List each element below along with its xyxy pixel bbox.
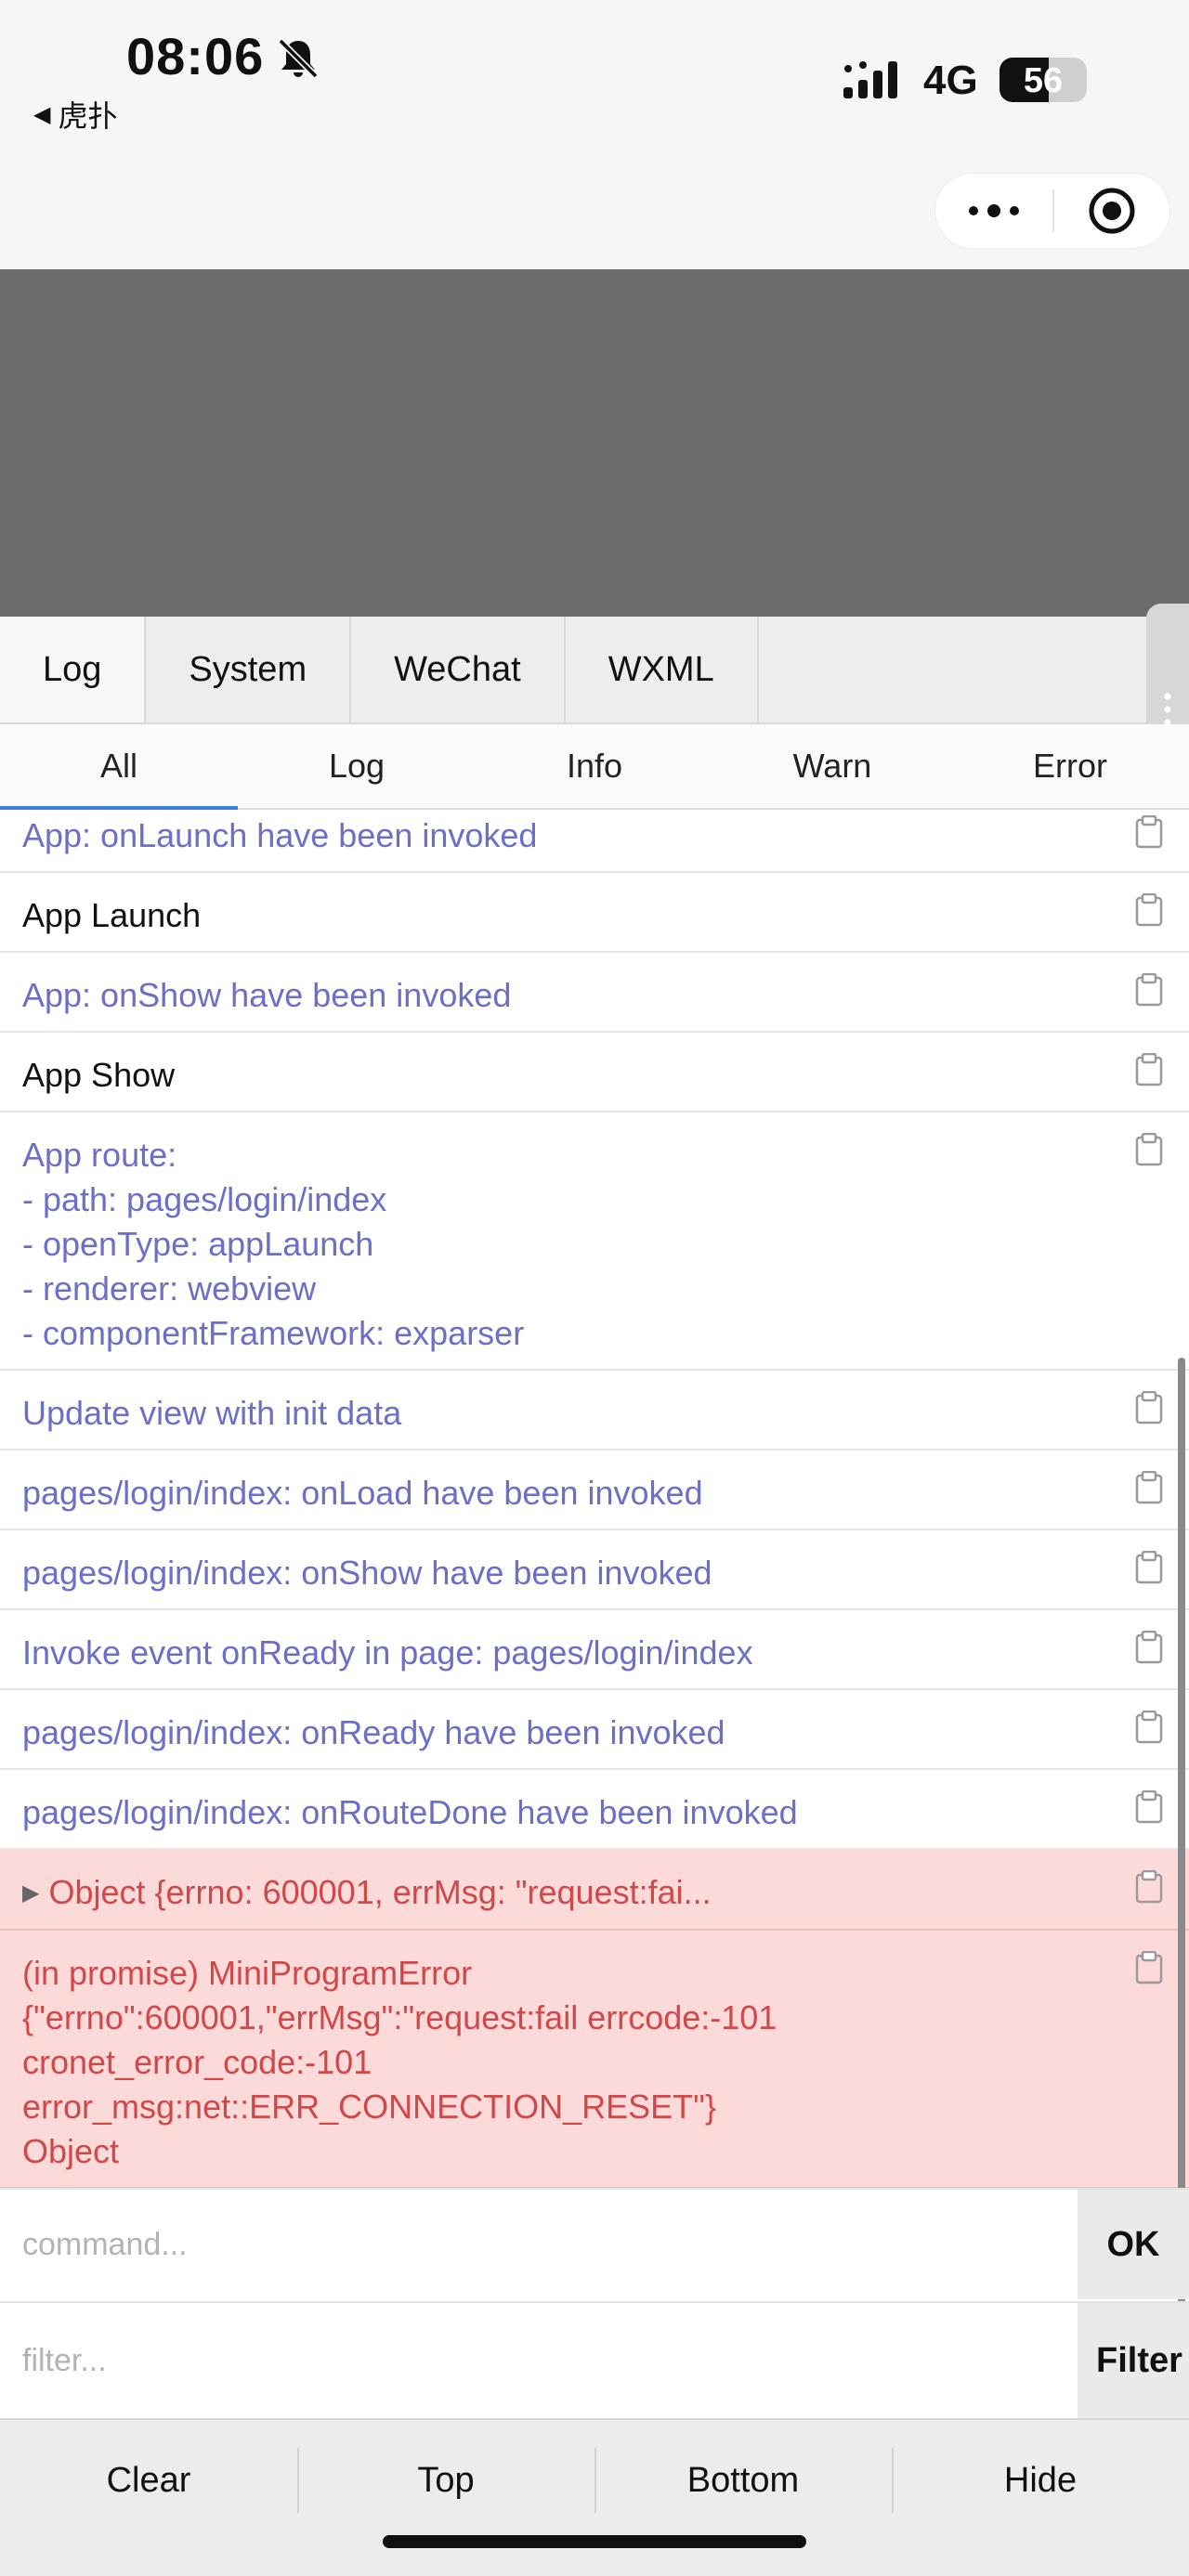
console-tabs: Log System WeChat WXML bbox=[0, 617, 1189, 724]
log-row: App: onShow have been invoked bbox=[0, 953, 1189, 1033]
copy-clipboard-icon[interactable] bbox=[1135, 1471, 1163, 1504]
log-row: pages/login/index: onReady have been inv… bbox=[0, 1690, 1189, 1770]
log-text: pages/login/index: onReady have been inv… bbox=[22, 1713, 725, 1751]
filter-input[interactable] bbox=[0, 2303, 1078, 2418]
log-row: pages/login/index: onShow have been invo… bbox=[0, 1530, 1189, 1610]
copy-clipboard-icon[interactable] bbox=[1135, 1053, 1163, 1086]
tab-system[interactable]: System bbox=[146, 617, 352, 722]
log-text: Update view with init data bbox=[22, 1394, 402, 1432]
copy-clipboard-icon[interactable] bbox=[1135, 1133, 1163, 1166]
more-dots-icon bbox=[969, 204, 1019, 217]
log-row: pages/login/index: onRouteDone have been… bbox=[0, 1770, 1189, 1850]
log-text: pages/login/index: onRouteDone have been… bbox=[22, 1793, 798, 1831]
copy-clipboard-icon[interactable] bbox=[1135, 1711, 1163, 1744]
log-text: pages/login/index: onLoad have been invo… bbox=[22, 1474, 703, 1512]
ok-button[interactable]: OK bbox=[1078, 2190, 1189, 2299]
battery-percent: 56 bbox=[1023, 61, 1064, 100]
tab-wechat[interactable]: WeChat bbox=[351, 617, 566, 722]
log-row: App route: - path: pages/login/index - o… bbox=[0, 1112, 1189, 1371]
copy-clipboard-icon[interactable] bbox=[1135, 815, 1163, 849]
log-list[interactable]: App: onLaunch have been invoked App Launc… bbox=[0, 810, 1189, 2188]
bell-off-icon bbox=[278, 38, 319, 79]
log-row: Invoke event onReady in page: pages/logi… bbox=[0, 1610, 1189, 1690]
log-row: App Launch bbox=[0, 873, 1189, 953]
battery-tip bbox=[1079, 72, 1087, 87]
log-row: Update view with init data bbox=[0, 1371, 1189, 1451]
filter-all[interactable]: All bbox=[0, 724, 238, 810]
log-text: App route: - path: pages/login/index - o… bbox=[22, 1136, 525, 1352]
hide-button[interactable]: Hide bbox=[892, 2420, 1189, 2541]
back-triangle-icon: ◀ bbox=[33, 101, 51, 127]
log-row: App Show bbox=[0, 1033, 1189, 1112]
battery-icon: 56 bbox=[1000, 58, 1087, 102]
filter-info[interactable]: Info bbox=[476, 724, 713, 808]
copy-clipboard-icon[interactable] bbox=[1135, 1870, 1163, 1904]
top-button[interactable]: Top bbox=[297, 2420, 594, 2541]
log-text: App Show bbox=[22, 1056, 176, 1094]
log-row: ▶ Object {errno: 600001, errMsg: "request… bbox=[0, 1850, 1189, 1931]
clock-time: 08:06 bbox=[126, 27, 265, 85]
target-circle-icon bbox=[1089, 188, 1135, 234]
close-miniprogram-button[interactable] bbox=[1054, 174, 1169, 248]
filter-error[interactable]: Error bbox=[951, 724, 1189, 808]
cellular-signal-icon bbox=[843, 61, 897, 98]
filter-log[interactable]: Log bbox=[238, 724, 476, 808]
log-row: pages/login/index: onLoad have been invo… bbox=[0, 1451, 1189, 1530]
network-type: 4G bbox=[923, 58, 978, 103]
copy-clipboard-icon[interactable] bbox=[1135, 1790, 1163, 1824]
console-toolbar: Clear Top Bottom Hide bbox=[0, 2418, 1189, 2576]
copy-clipboard-icon[interactable] bbox=[1135, 973, 1163, 1007]
back-app-label: 虎扑 bbox=[58, 99, 118, 133]
log-text: App: onShow have been invoked bbox=[22, 976, 512, 1014]
page-content-area bbox=[0, 269, 1189, 617]
copy-clipboard-icon[interactable] bbox=[1135, 1391, 1163, 1425]
filter-button[interactable]: Filter bbox=[1078, 2303, 1189, 2418]
status-bar: 08:06 ◀ 虎扑 4G 56 bbox=[0, 0, 1189, 149]
vconsole-panel: Log System WeChat WXML All Log Info Warn… bbox=[0, 604, 1189, 2576]
log-text: (in promise) MiniProgramError {"errno":6… bbox=[22, 1954, 777, 2170]
log-level-filters: All Log Info Warn Error bbox=[0, 724, 1189, 810]
command-input[interactable] bbox=[0, 2190, 1078, 2299]
more-button[interactable] bbox=[935, 174, 1052, 248]
expand-caret-icon[interactable]: ▶ bbox=[22, 1880, 39, 1906]
log-text: Object {errno: 600001, errMsg: "request:… bbox=[48, 1873, 712, 1911]
command-row: OK bbox=[0, 2188, 1189, 2299]
copy-clipboard-icon[interactable] bbox=[1135, 1951, 1163, 1984]
copy-clipboard-icon[interactable] bbox=[1135, 1631, 1163, 1664]
log-row: App: onLaunch have been invoked bbox=[0, 810, 1189, 873]
tab-log[interactable]: Log bbox=[0, 617, 147, 722]
clear-button[interactable]: Clear bbox=[0, 2420, 297, 2541]
copy-clipboard-icon[interactable] bbox=[1135, 893, 1163, 927]
filter-row: Filter bbox=[0, 2301, 1189, 2418]
vertical-dots-icon bbox=[1164, 693, 1171, 726]
back-to-app-link[interactable]: ◀ 虎扑 bbox=[33, 93, 117, 136]
copy-clipboard-icon[interactable] bbox=[1135, 1551, 1163, 1584]
log-text: Invoke event onReady in page: pages/logi… bbox=[22, 1633, 753, 1672]
log-row: (in promise) MiniProgramError {"errno":6… bbox=[0, 1931, 1189, 2188]
tab-wxml[interactable]: WXML bbox=[565, 617, 759, 722]
log-text: App Launch bbox=[22, 896, 202, 934]
filter-warn[interactable]: Warn bbox=[713, 724, 951, 808]
bottom-button[interactable]: Bottom bbox=[594, 2420, 892, 2541]
log-text: App: onLaunch have been invoked bbox=[22, 816, 538, 854]
home-indicator bbox=[383, 2535, 806, 2548]
log-text: pages/login/index: onShow have been invo… bbox=[22, 1554, 712, 1592]
miniprogram-capsule bbox=[934, 173, 1170, 249]
